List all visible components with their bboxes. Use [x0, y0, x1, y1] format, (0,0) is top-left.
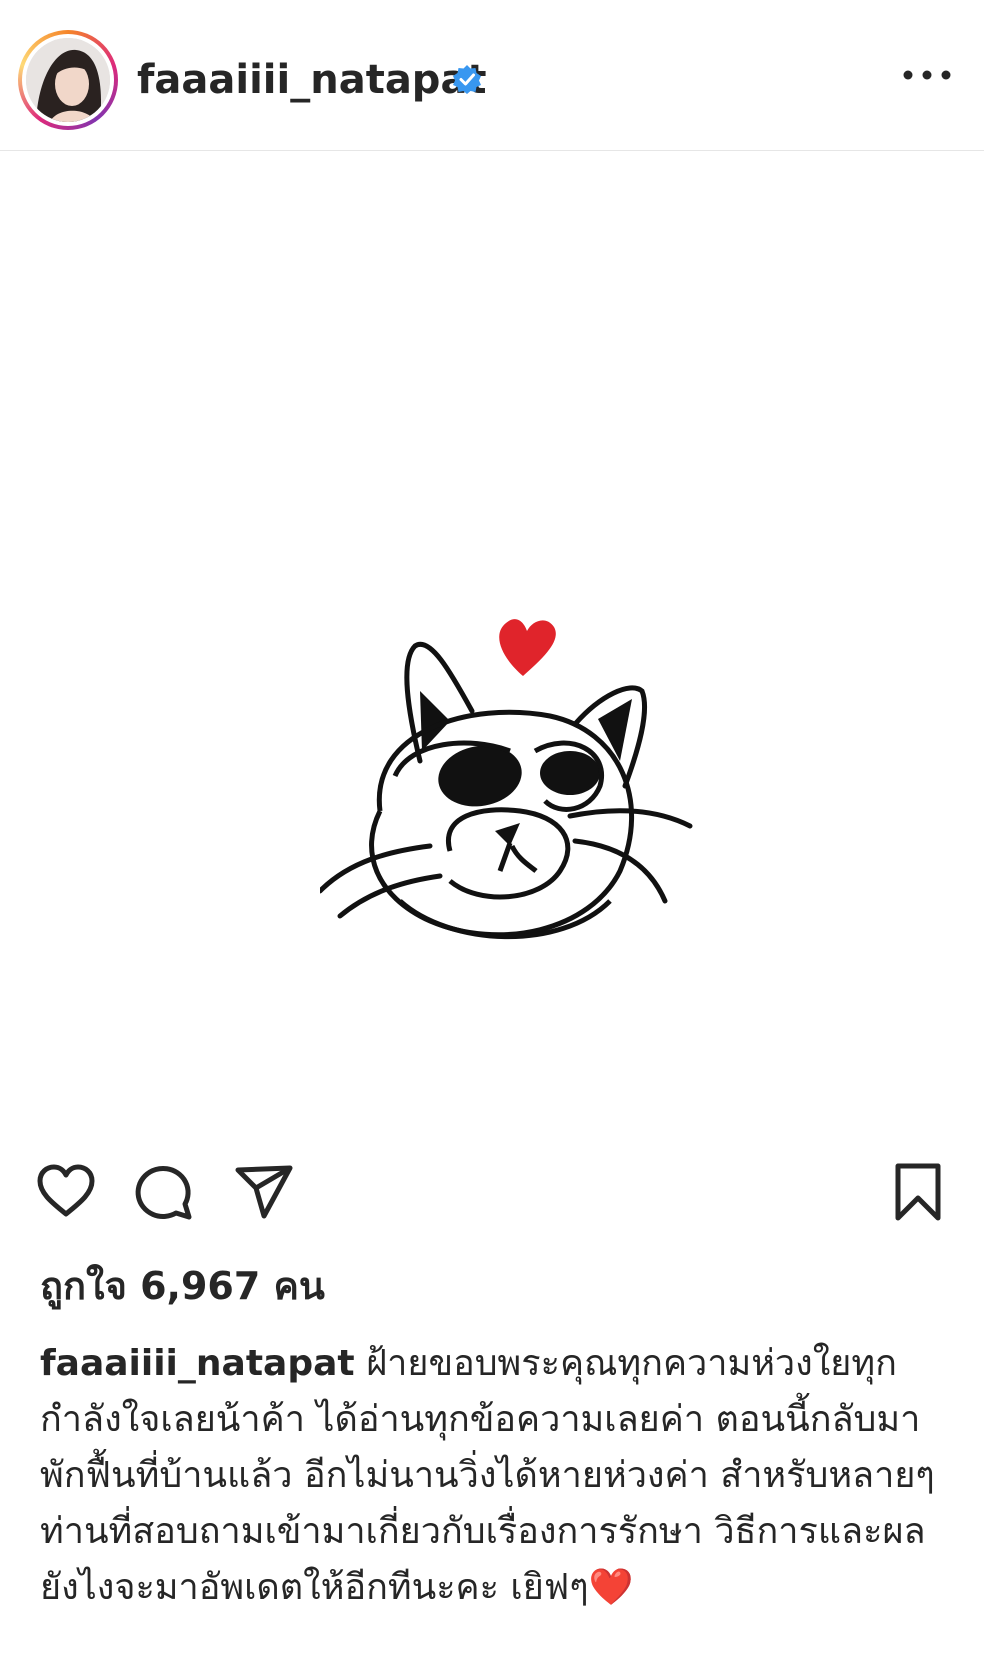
- comment-icon[interactable]: [132, 1160, 196, 1224]
- caption-username[interactable]: faaaiiii_natapat: [40, 1343, 355, 1384]
- avatar-photo: [26, 38, 110, 122]
- post-actions: [0, 1160, 984, 1240]
- avatar[interactable]: [18, 30, 118, 130]
- cat-heart-drawing: [320, 619, 693, 940]
- likes-count[interactable]: ถูกใจ 6,967 คน: [40, 1262, 325, 1310]
- more-options-icon[interactable]: [900, 60, 954, 90]
- avatar-border: [22, 34, 114, 126]
- header-username[interactable]: faaaiiii_natapat: [137, 56, 487, 104]
- heart-icon[interactable]: [34, 1160, 98, 1224]
- post-image[interactable]: [0, 151, 984, 1141]
- bookmark-icon[interactable]: [886, 1160, 950, 1224]
- post-header: faaaiiii_natapat: [0, 0, 984, 151]
- verified-badge-icon: [453, 65, 481, 94]
- send-icon[interactable]: [232, 1160, 296, 1224]
- post-caption: faaaiiii_natapat ฝ้ายขอบพระคุณทุกความห่ว…: [40, 1336, 960, 1616]
